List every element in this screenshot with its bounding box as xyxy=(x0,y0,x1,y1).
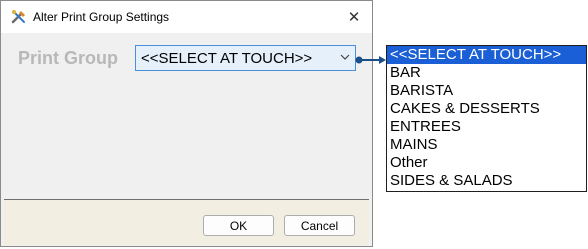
dropdown-option-other[interactable]: Other xyxy=(387,154,586,172)
alter-print-group-dialog: Alter Print Group Settings ✕ Print Group… xyxy=(0,0,373,247)
dropdown-option-sides-salads[interactable]: SIDES & SALADS xyxy=(387,172,586,190)
dialog-title: Alter Print Group Settings xyxy=(33,10,170,24)
dialog-body: Print Group <<SELECT AT TOUCH>> xyxy=(1,33,372,198)
title-bar: Alter Print Group Settings ✕ xyxy=(1,1,372,33)
dropdown-option-bar[interactable]: BAR xyxy=(387,64,586,82)
dropdown-option-barista[interactable]: BARISTA xyxy=(387,82,586,100)
chevron-down-icon xyxy=(340,54,350,60)
callout-connector xyxy=(355,56,386,64)
dialog-footer: OK Cancel xyxy=(4,199,369,245)
cancel-button[interactable]: Cancel xyxy=(284,215,355,236)
print-group-select[interactable]: <<SELECT AT TOUCH>> xyxy=(135,45,356,71)
print-group-select-value: <<SELECT AT TOUCH>> xyxy=(141,50,313,67)
dropdown-option-cakes-desserts[interactable]: CAKES & DESSERTS xyxy=(387,100,586,118)
print-group-label: Print Group xyxy=(18,48,118,68)
tools-icon xyxy=(11,10,25,24)
ok-button[interactable]: OK xyxy=(203,215,274,236)
print-group-dropdown-list: <<SELECT AT TOUCH>> BAR BARISTA CAKES & … xyxy=(386,45,587,192)
dropdown-option-entrees[interactable]: ENTREES xyxy=(387,118,586,136)
dropdown-option-mains[interactable]: MAINS xyxy=(387,136,586,154)
dropdown-option-select-at-touch[interactable]: <<SELECT AT TOUCH>> xyxy=(387,46,586,64)
close-icon: ✕ xyxy=(347,9,361,26)
close-button[interactable]: ✕ xyxy=(342,6,366,28)
